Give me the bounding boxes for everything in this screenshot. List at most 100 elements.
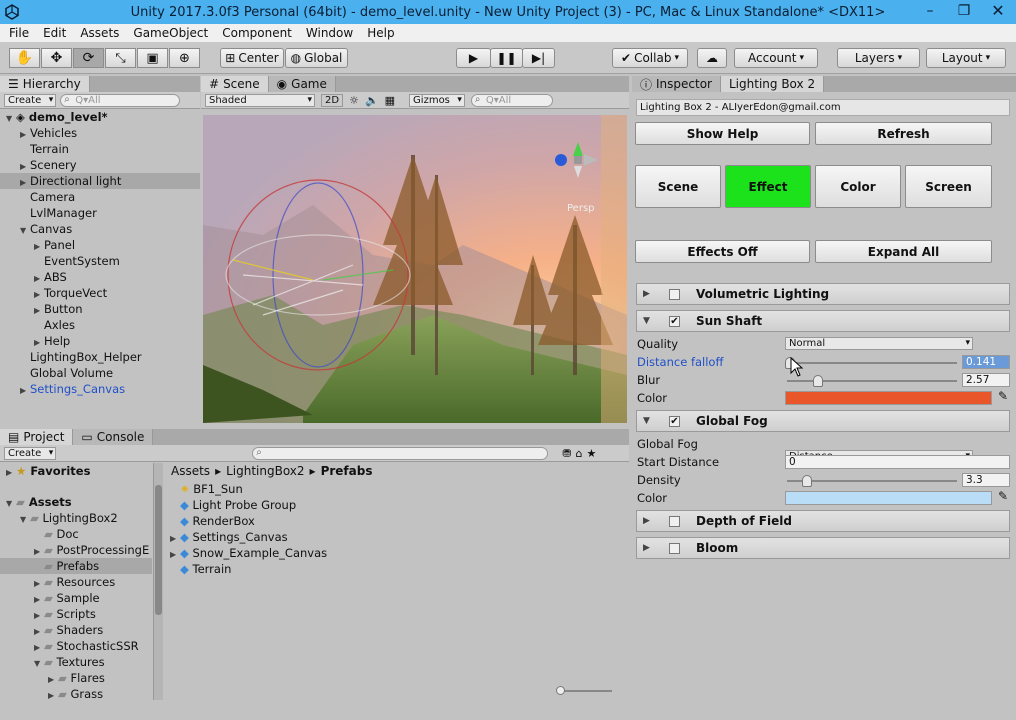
hierarchy-item[interactable]: LvlManager (0, 205, 200, 221)
scene-search-input[interactable]: Q▾All (470, 93, 553, 107)
hierarchy-item[interactable]: ▶ Button (0, 301, 200, 317)
section-volumetric[interactable]: ▶ Volumetric Lighting (636, 283, 1010, 305)
eyedropper-icon[interactable]: ✎ (998, 389, 1008, 403)
breadcrumb-prefabs[interactable]: Prefabs (321, 464, 373, 478)
filter-type-icon[interactable]: ⛃ (562, 447, 571, 460)
project-folder[interactable]: ▶ ▰ StochasticSSR (0, 638, 152, 654)
section-global-fog[interactable]: ▼ ✔ Global Fog (636, 410, 1010, 432)
gizmos-dropdown[interactable]: Gizmos (409, 93, 465, 107)
hierarchy-item[interactable]: EventSystem (0, 253, 200, 269)
expand-all-button[interactable]: Expand All (815, 240, 992, 263)
bloom-checkbox[interactable] (669, 542, 680, 554)
menu-help[interactable]: Help (360, 26, 401, 40)
sun-shaft-checkbox[interactable]: ✔ (669, 315, 680, 327)
chevron-right-icon[interactable]: ▶ (20, 383, 30, 399)
show-help-button[interactable]: Show Help (635, 122, 810, 145)
scene-viewport[interactable]: Persp (203, 115, 627, 423)
scale-tool-button[interactable]: ⤡ (105, 48, 136, 68)
account-dropdown[interactable]: Account ▾ (734, 48, 818, 68)
project-folder[interactable]: ▶ ▰ Shaders (0, 622, 152, 638)
blur-slider[interactable] (787, 375, 957, 387)
project-folder[interactable]: ▶ ▰ Sample (0, 590, 152, 606)
menu-edit[interactable]: Edit (36, 26, 73, 40)
breadcrumb-lightingbox2[interactable]: LightingBox2 (226, 464, 304, 478)
project-folder[interactable]: ▼ ▰ Textures (0, 654, 152, 670)
project-folder[interactable]: ▶ ▰ Flares (0, 670, 152, 686)
menu-assets[interactable]: Assets (73, 26, 126, 40)
menu-component[interactable]: Component (215, 26, 299, 40)
mode-scene-button[interactable]: Scene (635, 165, 721, 208)
project-file[interactable]: ◆ Light Probe Group (170, 497, 590, 513)
project-folder[interactable]: ▶ ▰ Resources (0, 574, 152, 590)
step-button[interactable]: ▶| (522, 48, 555, 68)
project-folder[interactable]: ▶ ▰ Scripts (0, 606, 152, 622)
minimize-button[interactable]: – (913, 0, 947, 22)
menu-window[interactable]: Window (299, 26, 360, 40)
project-folder[interactable]: ▼ ▰ LightingBox2 (0, 510, 152, 526)
tab-hierarchy[interactable]: ☰ Hierarchy (0, 76, 90, 92)
tab-lighting-box[interactable]: Lighting Box 2 (721, 76, 825, 92)
hierarchy-item[interactable]: Axles (0, 317, 200, 333)
filter-label-icon[interactable]: ⌂ (575, 447, 582, 460)
project-file[interactable]: ◆ RenderBox (170, 513, 590, 529)
mode-color-button[interactable]: Color (815, 165, 901, 208)
shading-dropdown[interactable]: Shaded (205, 93, 315, 107)
section-sun-shaft[interactable]: ▼ ✔ Sun Shaft (636, 310, 1010, 332)
transform-tool-button[interactable]: ⊕ (169, 48, 200, 68)
distance-falloff-slider[interactable] (785, 357, 957, 369)
icon-size-slider[interactable] (556, 686, 612, 695)
hierarchy-item[interactable]: LightingBox_Helper (0, 349, 200, 365)
hierarchy-item[interactable]: ▶ Panel (0, 237, 200, 253)
scene-root[interactable]: ▼ ◈ demo_level* (0, 109, 200, 125)
cloud-button[interactable]: ☁ (697, 48, 727, 68)
hierarchy-item[interactable]: Terrain (0, 141, 200, 157)
chevron-right-icon[interactable]: ▶ (48, 688, 58, 700)
tab-inspector[interactable]: ⓘ Inspector (632, 76, 721, 92)
layout-dropdown[interactable]: Layout ▾ (926, 48, 1006, 68)
slider-knob[interactable] (802, 475, 813, 487)
volumetric-checkbox[interactable] (669, 288, 680, 300)
section-bloom[interactable]: ▶ Bloom (636, 537, 1010, 559)
layers-dropdown[interactable]: Layers ▾ (837, 48, 920, 68)
mode-effect-button[interactable]: Effect (725, 165, 811, 208)
favorites-label[interactable]: Favorites (30, 464, 90, 478)
hierarchy-item[interactable]: ▶ ABS (0, 269, 200, 285)
hierarchy-item[interactable]: ▶ TorqueVect (0, 285, 200, 301)
audio-toggle-icon[interactable]: 🔈 (365, 94, 379, 107)
hierarchy-item[interactable]: Global Volume (0, 365, 200, 381)
density-input[interactable]: 3.3 (962, 473, 1010, 487)
assets-root[interactable]: Assets (29, 495, 72, 509)
project-folder[interactable]: ▶ ▰ Grass (0, 686, 152, 700)
star-icon[interactable]: ★ (586, 447, 596, 460)
effects-off-button[interactable]: Effects Off (635, 240, 810, 263)
2d-toggle[interactable]: 2D (321, 93, 344, 107)
project-folder[interactable]: ▰ Doc (0, 526, 152, 542)
project-file[interactable]: ◆ Terrain (170, 561, 590, 577)
slider-knob[interactable] (812, 375, 823, 387)
close-window-button[interactable]: ✕ (981, 0, 1015, 22)
project-search-input[interactable] (252, 446, 549, 460)
rotate-tool-button[interactable]: ⟳ (73, 48, 104, 68)
play-button[interactable]: ▶ (456, 48, 491, 68)
hierarchy-item[interactable]: Camera (0, 189, 200, 205)
project-folder[interactable]: ▰ Prefabs (0, 558, 152, 574)
hierarchy-search-input[interactable]: Q▾All (60, 93, 181, 107)
pivot-toggle[interactable]: ⊞ Center (220, 48, 284, 68)
menu-file[interactable]: File (0, 26, 36, 40)
dof-checkbox[interactable] (669, 515, 680, 527)
tab-console[interactable]: ▭ Console (73, 429, 154, 445)
project-folder[interactable]: ▶ ▰ PostProcessingE (0, 542, 152, 558)
maximize-button[interactable]: ❐ (947, 0, 981, 22)
hierarchy-item[interactable]: ▶ Vehicles (0, 125, 200, 141)
breadcrumb-assets[interactable]: Assets (171, 464, 210, 478)
eyedropper-icon[interactable]: ✎ (998, 489, 1008, 503)
project-file[interactable]: ✷ BF1_Sun (170, 481, 590, 497)
tab-scene[interactable]: # Scene (201, 76, 269, 92)
mode-screen-button[interactable]: Screen (905, 165, 992, 208)
section-depth-of-field[interactable]: ▶ Depth of Field (636, 510, 1010, 532)
refresh-button[interactable]: Refresh (815, 122, 992, 145)
fog-color-swatch[interactable] (785, 491, 992, 505)
hierarchy-create-dropdown[interactable]: Create (4, 93, 57, 107)
project-tree-scrollbar[interactable] (153, 463, 163, 700)
space-toggle[interactable]: ◍ Global (285, 48, 348, 68)
